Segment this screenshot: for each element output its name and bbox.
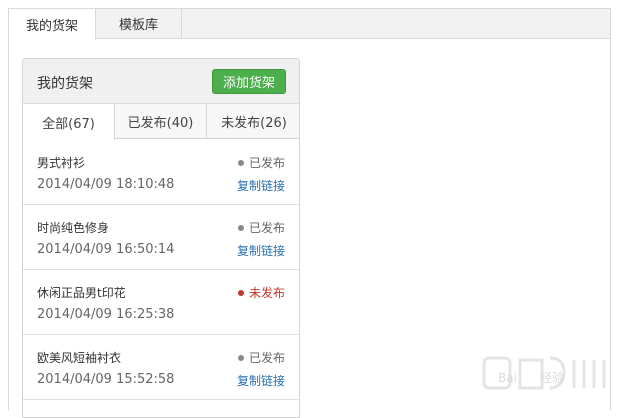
status-badge: 未发布 xyxy=(237,284,285,301)
item-name: 男式衬衫 xyxy=(37,156,86,170)
copy-link[interactable]: 复制链接 xyxy=(237,177,285,194)
status-badge: 已发布 xyxy=(237,349,285,366)
baidu-watermark-logo: Bai 经验 xyxy=(482,356,606,390)
svg-text:Bai: Bai xyxy=(498,371,517,385)
status-label: 已发布 xyxy=(248,156,285,170)
status-label: 已发布 xyxy=(248,221,285,235)
item-name: 时尚纯色修身 xyxy=(37,221,110,235)
panel-header: 我的货架 添加货架 xyxy=(23,59,299,104)
copy-link[interactable]: 复制链接 xyxy=(237,372,285,389)
list-item[interactable]: 欧美风短袖衬衣 2014/04/09 15:52:58 已发布 复制链接 xyxy=(23,335,299,400)
status-label: 未发布 xyxy=(248,286,285,300)
status-badge: 已发布 xyxy=(237,154,285,171)
copy-link[interactable]: 复制链接 xyxy=(237,242,285,259)
item-date: 2014/04/09 18:10:48 xyxy=(37,177,175,192)
tab-template-library[interactable]: 模板库 xyxy=(96,8,182,39)
tab-my-shelf[interactable]: 我的货架 xyxy=(8,8,96,40)
item-name: 休闲正品男t印花 xyxy=(37,286,126,300)
item-date: 2014/04/09 15:52:58 xyxy=(37,372,175,387)
status-dot-icon xyxy=(237,289,244,296)
tab-all[interactable]: 全部(67) xyxy=(23,104,115,140)
top-tab-bar: 我的货架 模板库 xyxy=(8,8,611,40)
status-dot-icon xyxy=(237,224,244,231)
add-shelf-button[interactable]: 添加货架 xyxy=(212,69,286,94)
status-label: 已发布 xyxy=(248,351,285,365)
tab-unpublished[interactable]: 未发布(26) xyxy=(207,104,299,139)
panel-title: 我的货架 xyxy=(37,76,93,92)
filter-tabs: 全部(67) 已发布(40) 未发布(26) xyxy=(23,104,299,140)
status-dot-icon xyxy=(237,354,244,361)
item-date: 2014/04/09 16:50:14 xyxy=(37,242,175,257)
tab-published[interactable]: 已发布(40) xyxy=(115,104,207,139)
status-badge: 已发布 xyxy=(237,219,285,236)
item-date: 2014/04/09 16:25:38 xyxy=(37,307,175,322)
item-name: 欧美风短袖衬衣 xyxy=(37,351,122,365)
status-dot-icon xyxy=(237,159,244,166)
svg-text:经验: 经验 xyxy=(540,370,564,385)
shelf-panel: 我的货架 添加货架 全部(67) 已发布(40) 未发布(26) 男式衬衫 20… xyxy=(22,58,300,418)
list-item[interactable]: 休闲正品男t印花 2014/04/09 16:25:38 未发布 xyxy=(23,270,299,335)
list-item[interactable]: 男式衬衫 2014/04/09 18:10:48 已发布 复制链接 xyxy=(23,140,299,205)
list-item[interactable]: 时尚纯色修身 2014/04/09 16:50:14 已发布 复制链接 xyxy=(23,205,299,270)
